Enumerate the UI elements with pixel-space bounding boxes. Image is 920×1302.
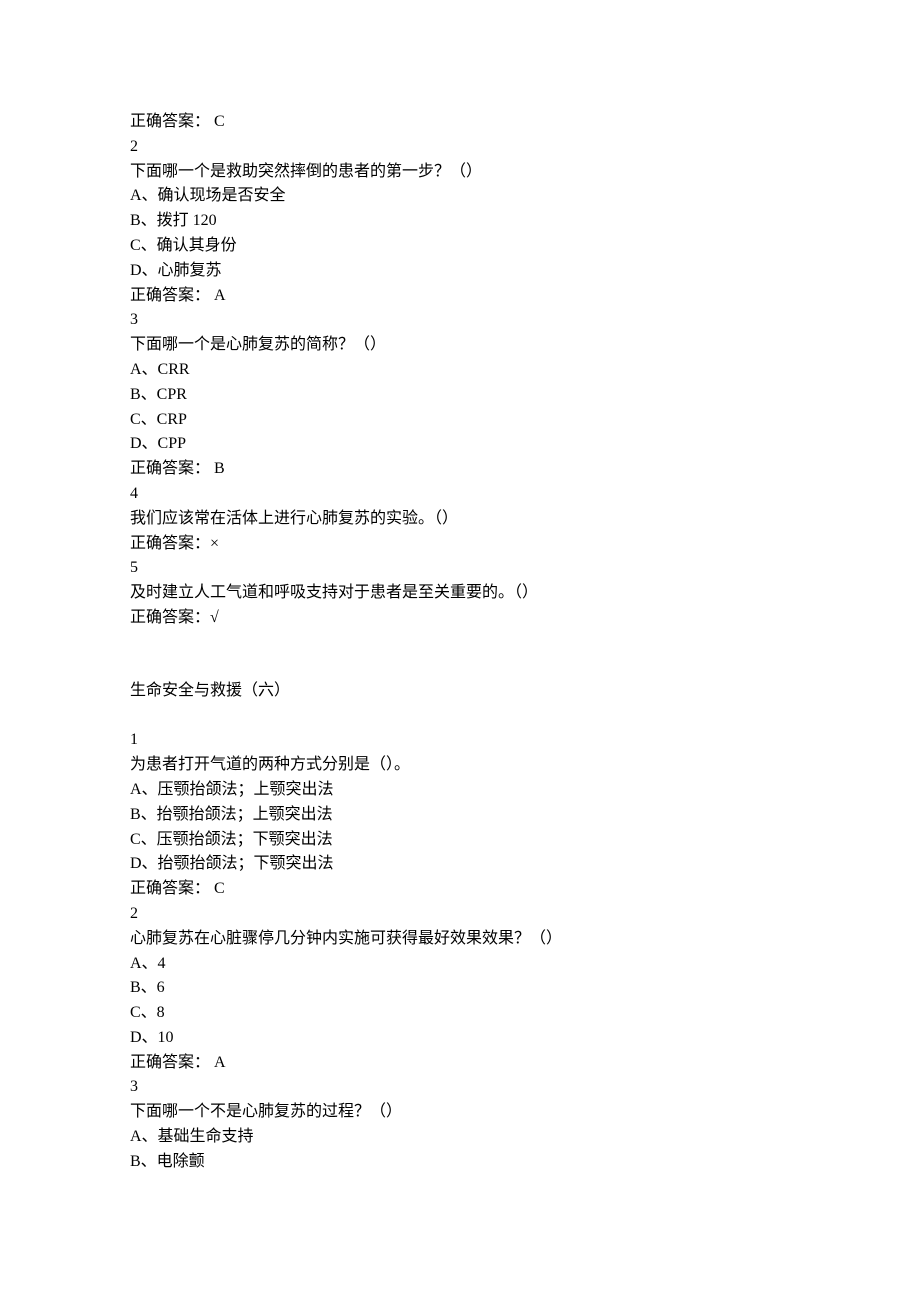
question-stem: 心肺复苏在心脏骤停几分钟内实施可获得最好效果效果？（） — [130, 927, 790, 952]
option-b: B、拨打 120 — [130, 209, 790, 234]
question-stem: 及时建立人工气道和呼吸支持对于患者是至关重要的。（） — [130, 581, 790, 606]
option-a: A、4 — [130, 952, 790, 977]
option-d: D、抬颚抬颌法；下颚突出法 — [130, 852, 790, 877]
option-c: C、压颚抬颌法；下颚突出法 — [130, 828, 790, 853]
question-stem: 为患者打开气道的两种方式分别是（）。 — [130, 753, 790, 778]
question-number: 4 — [130, 482, 790, 507]
option-b: B、抬颚抬颌法；上颚突出法 — [130, 803, 790, 828]
answer-text: 正确答案：√ — [130, 606, 790, 631]
option-b: B、CPR — [130, 383, 790, 408]
question-number: 2 — [130, 135, 790, 160]
question-number: 3 — [130, 308, 790, 333]
question-stem: 下面哪一个不是心肺复苏的过程？（） — [130, 1100, 790, 1125]
option-a: A、基础生命支持 — [130, 1125, 790, 1150]
option-c: C、8 — [130, 1001, 790, 1026]
question-stem: 下面哪一个是心肺复苏的简称？（） — [130, 333, 790, 358]
answer-text: 正确答案： A — [130, 284, 790, 309]
section-title: 生命安全与救援（六） — [130, 679, 790, 704]
option-d: D、CPP — [130, 432, 790, 457]
option-a: A、确认现场是否安全 — [130, 184, 790, 209]
question-number: 3 — [130, 1075, 790, 1100]
option-a: A、CRR — [130, 358, 790, 383]
blank-space — [130, 631, 790, 679]
option-d: D、10 — [130, 1026, 790, 1051]
option-d: D、心肺复苏 — [130, 259, 790, 284]
option-c: C、确认其身份 — [130, 234, 790, 259]
answer-text: 正确答案： C — [130, 110, 790, 135]
question-number: 1 — [130, 728, 790, 753]
option-b: B、6 — [130, 976, 790, 1001]
option-c: C、CRP — [130, 408, 790, 433]
option-a: A、压颚抬颌法；上颚突出法 — [130, 778, 790, 803]
answer-text: 正确答案：× — [130, 532, 790, 557]
option-b: B、电除颤 — [130, 1150, 790, 1175]
answer-text: 正确答案： C — [130, 877, 790, 902]
answer-text: 正确答案： B — [130, 457, 790, 482]
question-stem: 我们应该常在活体上进行心肺复苏的实验。（） — [130, 507, 790, 532]
question-stem: 下面哪一个是救助突然摔倒的患者的第一步？（） — [130, 160, 790, 185]
document-page: 正确答案： C 2 下面哪一个是救助突然摔倒的患者的第一步？（） A、确认现场是… — [0, 0, 920, 1302]
question-number: 5 — [130, 556, 790, 581]
blank-line — [130, 704, 790, 729]
question-number: 2 — [130, 902, 790, 927]
answer-text: 正确答案： A — [130, 1051, 790, 1076]
